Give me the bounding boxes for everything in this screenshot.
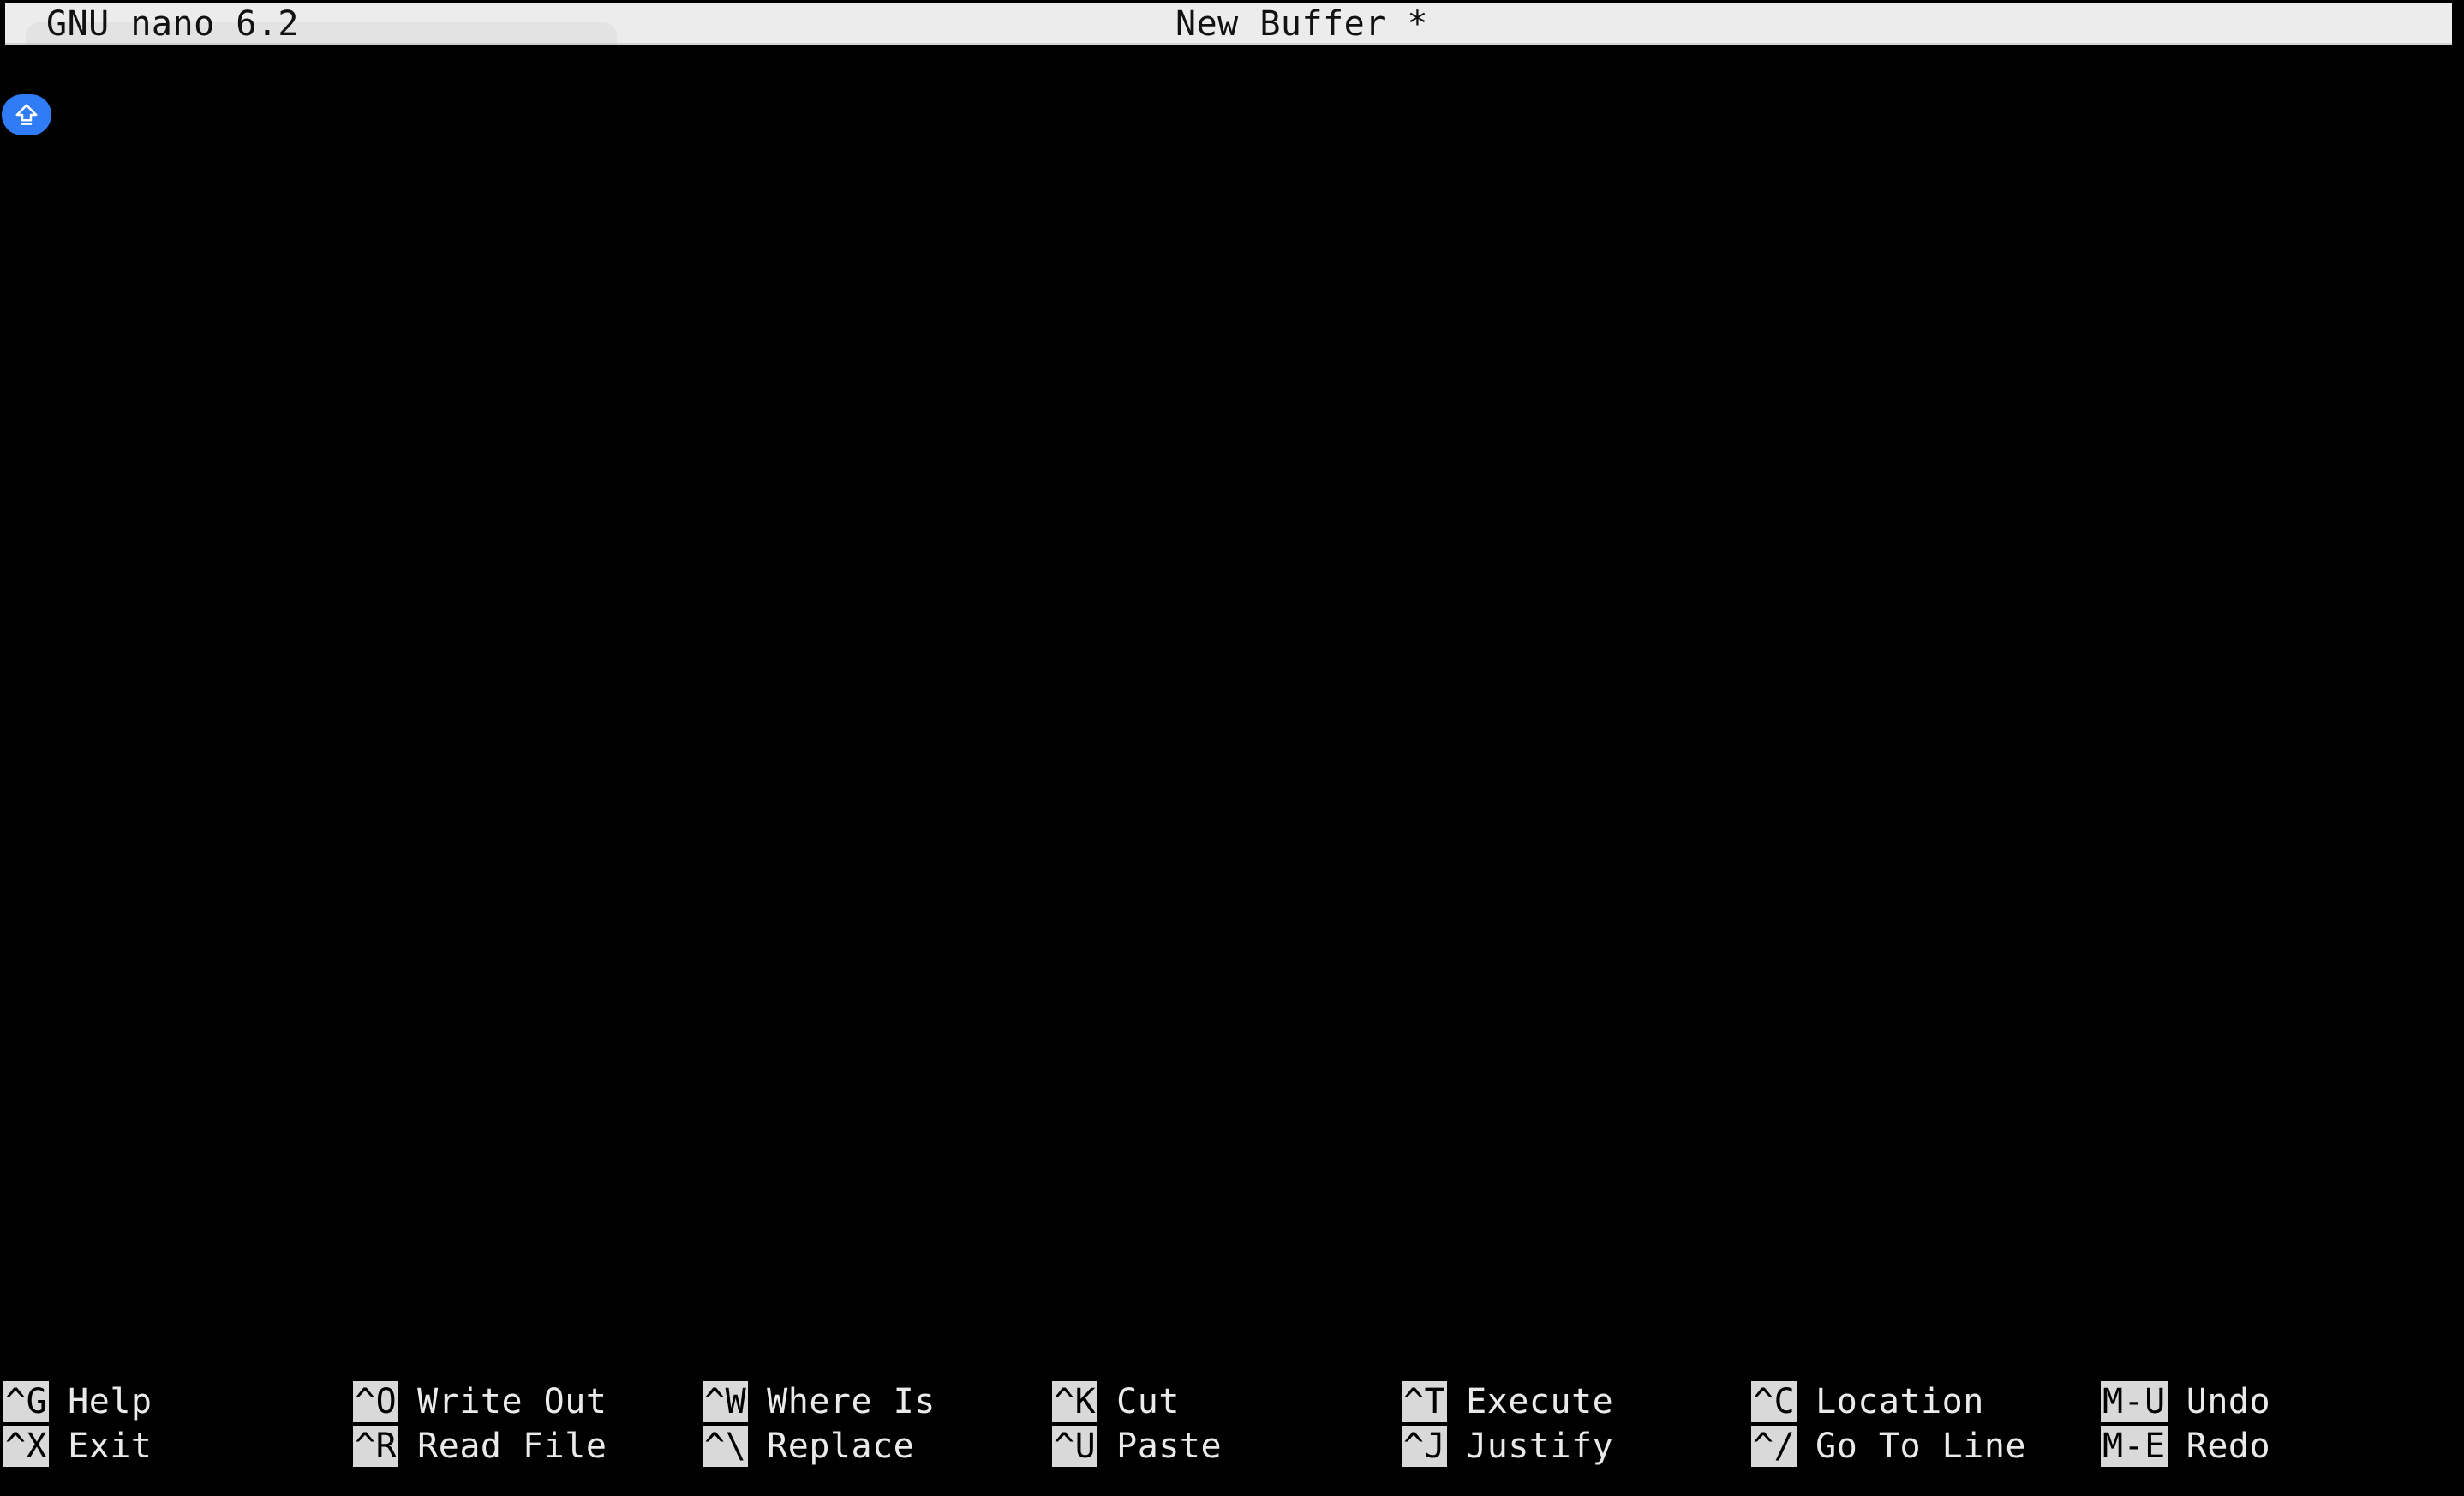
shortcut-label: Justify bbox=[1466, 1427, 1614, 1466]
shortcut-label: Where Is bbox=[767, 1382, 936, 1421]
shortcut-label: Execute bbox=[1466, 1382, 1614, 1421]
shortcut-go-to-line[interactable]: ^/ Go To Line bbox=[1751, 1426, 2026, 1467]
shortcut-read-file[interactable]: ^R Read File bbox=[353, 1426, 607, 1467]
shift-arrow-up-glyph bbox=[15, 104, 38, 125]
shortcut-key: ^C bbox=[1751, 1381, 1797, 1422]
shortcut-replace[interactable]: ^\ Replace bbox=[703, 1426, 914, 1467]
shortcut-bar: ^G Help ^O Write Out ^W Where Is ^K Cut … bbox=[0, 1381, 2464, 1475]
shortcut-label: Help bbox=[68, 1382, 153, 1421]
shortcut-key: ^G bbox=[3, 1381, 50, 1422]
shortcut-label: Cut bbox=[1116, 1382, 1180, 1421]
shortcut-label: Paste bbox=[1116, 1427, 1223, 1466]
buffer-name: New Buffer * bbox=[1175, 4, 1428, 44]
shortcut-paste[interactable]: ^U Paste bbox=[1052, 1426, 1222, 1467]
shortcut-write-out[interactable]: ^O Write Out bbox=[353, 1381, 607, 1422]
shortcut-key: ^J bbox=[1402, 1426, 1448, 1467]
shortcut-location[interactable]: ^C Location bbox=[1751, 1381, 1984, 1422]
shortcut-label: Replace bbox=[767, 1427, 915, 1466]
title-bar: GNU nano 6.2 New Buffer * bbox=[5, 3, 2452, 45]
shortcut-label: Undo bbox=[2186, 1382, 2271, 1421]
shift-arrow-up-icon[interactable] bbox=[2, 94, 51, 135]
shortcut-key: ^K bbox=[1052, 1381, 1098, 1422]
shortcut-undo[interactable]: M-U Undo bbox=[2101, 1381, 2270, 1422]
shortcut-label: Exit bbox=[68, 1427, 153, 1466]
shortcut-key: M-U bbox=[2101, 1381, 2168, 1422]
shortcut-key: ^\ bbox=[703, 1426, 749, 1467]
shortcut-key: ^U bbox=[1052, 1426, 1098, 1467]
shortcut-label: Write Out bbox=[417, 1382, 607, 1421]
shortcut-label: Read File bbox=[417, 1427, 607, 1466]
shortcut-where-is[interactable]: ^W Where Is bbox=[703, 1381, 936, 1422]
shortcut-key: ^R bbox=[353, 1426, 399, 1467]
shortcut-label: Location bbox=[1815, 1382, 1984, 1421]
shortcut-label: Redo bbox=[2186, 1427, 2271, 1466]
shortcut-cut[interactable]: ^K Cut bbox=[1052, 1381, 1180, 1422]
app-version: GNU nano 6.2 bbox=[46, 4, 299, 44]
shortcut-exit[interactable]: ^X Exit bbox=[3, 1426, 153, 1467]
shortcut-key: ^T bbox=[1402, 1381, 1448, 1422]
shortcut-justify[interactable]: ^J Justify bbox=[1402, 1426, 1613, 1467]
shortcut-key: ^O bbox=[353, 1381, 399, 1422]
shortcut-key: ^/ bbox=[1751, 1426, 1797, 1467]
shortcut-help[interactable]: ^G Help bbox=[3, 1381, 153, 1422]
shortcut-redo[interactable]: M-E Redo bbox=[2101, 1426, 2270, 1467]
shortcut-key: ^W bbox=[703, 1381, 749, 1422]
editor-area[interactable] bbox=[0, 46, 2464, 1331]
shortcut-label: Go To Line bbox=[1815, 1427, 2026, 1466]
shortcut-execute[interactable]: ^T Execute bbox=[1402, 1381, 1613, 1422]
shortcut-key: ^X bbox=[3, 1426, 50, 1467]
shortcut-key: M-E bbox=[2101, 1426, 2168, 1467]
